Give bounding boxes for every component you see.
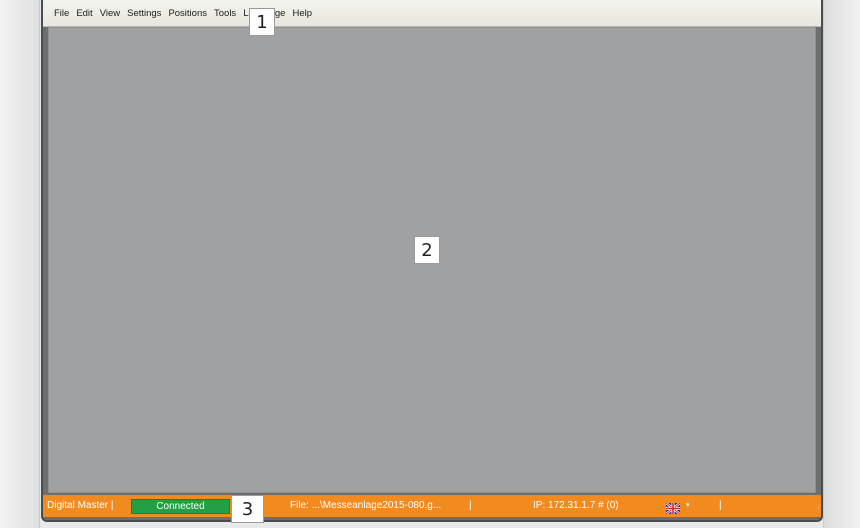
status-ip-address: IP: 172.31.1.7 # (0)	[533, 500, 619, 511]
menu-help[interactable]: Help	[292, 8, 312, 19]
callout-statusbar: 3	[231, 495, 264, 523]
menu-view[interactable]: View	[100, 8, 120, 19]
statusbar: Digital Master | Connected File: ...\Mes…	[43, 495, 821, 517]
menu-tools[interactable]: Tools	[214, 8, 236, 19]
callout-workspace: 2	[414, 236, 440, 264]
status-separator-2: |	[719, 500, 722, 511]
callout-menubar: 1	[249, 8, 275, 36]
status-separator: |	[469, 500, 472, 511]
connection-status-badge: Connected	[131, 499, 230, 514]
menubar: File Edit View Settings Positions Tools …	[43, 0, 821, 27]
menu-file[interactable]: File	[54, 8, 69, 19]
resize-grip-icon[interactable]: ⋰	[817, 495, 821, 517]
right-side-panel	[823, 0, 860, 528]
menu-edit[interactable]: Edit	[76, 8, 92, 19]
menu-settings[interactable]: Settings	[127, 8, 161, 19]
language-dropdown-icon[interactable]: ▾	[686, 495, 690, 517]
uk-flag-icon[interactable]	[665, 501, 681, 515]
status-file-path: File: ...\Messeanlage2015-080.g...	[290, 500, 442, 511]
menu-positions[interactable]: Positions	[168, 8, 207, 19]
status-app-name: Digital Master |	[47, 500, 114, 511]
left-side-panel	[0, 0, 40, 528]
